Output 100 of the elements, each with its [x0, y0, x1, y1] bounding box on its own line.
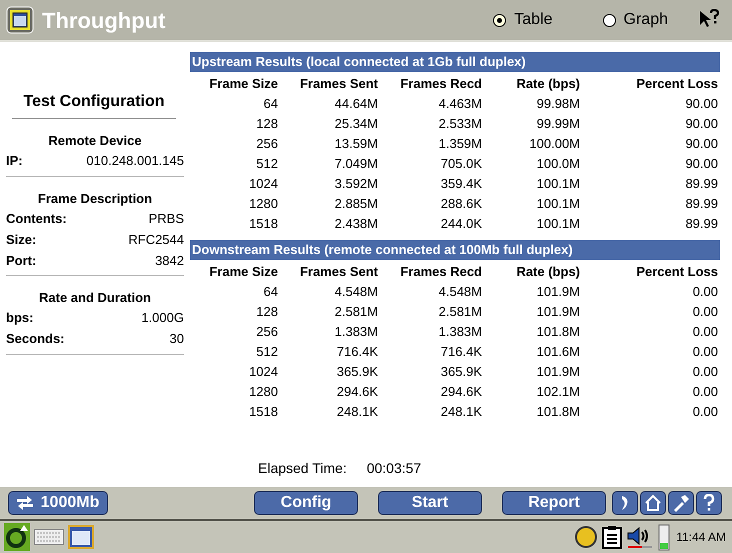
table-cell-text: 1518: [248, 403, 279, 421]
field-value: PRBS: [148, 210, 184, 228]
table-cell-text: 1280: [248, 383, 279, 401]
table-cell-text: 101.9M: [536, 363, 581, 381]
table-cell-text: 705.0K: [440, 155, 483, 173]
speaker-icon[interactable]: [626, 525, 654, 549]
field-value: 3842: [155, 252, 184, 270]
column-header: Frames Recd: [399, 75, 483, 93]
field-value: RFC2544: [128, 230, 184, 249]
table-cell-text: 365.9K: [336, 363, 379, 381]
window-icon[interactable]: [68, 525, 94, 549]
column-header: Frames Sent: [298, 263, 379, 281]
column-header: Percent Loss: [635, 75, 719, 93]
radio-button[interactable]: [493, 14, 506, 26]
clipboard-icon[interactable]: [602, 525, 622, 549]
radio-button[interactable]: [602, 14, 616, 26]
elapsed-value: 00:03:57: [366, 459, 422, 478]
table-cell-text: 100.1M: [536, 175, 581, 193]
table-cell-text: 2.581M: [438, 303, 483, 321]
field-label: Contents:: [6, 210, 67, 228]
table-cell-text: 256: [255, 323, 279, 341]
table-cell-text: 100.00M: [528, 135, 581, 153]
table-cell-text: 1.383M: [334, 323, 379, 341]
table-cell-text: 1280: [248, 195, 279, 213]
toolbar-button[interactable]: Report: [502, 491, 606, 515]
table-cell-text: 248.1K: [336, 403, 379, 421]
table-cell-text: 248.1K: [440, 403, 483, 421]
table-cell-text: 89.99: [684, 175, 719, 193]
column-header: Frames Sent: [298, 75, 379, 93]
table-cell-text: 0.00: [692, 343, 719, 361]
radio-label[interactable]: Table: [514, 8, 553, 32]
table-cell-text: 512: [255, 343, 279, 361]
status-light-icon[interactable]: [574, 525, 598, 549]
table-cell-text: 0.00: [692, 403, 719, 421]
table-cell-text: 359.4K: [440, 175, 483, 193]
table-cell-text: 90.00: [684, 155, 719, 173]
table-cell-text: 89.99: [684, 195, 719, 213]
table-cell-text: 0.00: [692, 363, 719, 381]
table-cell-text: 101.8M: [536, 403, 581, 421]
table-cell-text: 100.0M: [536, 155, 581, 173]
elapsed-label: Elapsed Time:: [258, 459, 347, 478]
field-value: 1.000G: [141, 309, 184, 328]
table-cell-text: 1024: [248, 363, 279, 381]
field-label: bps:: [6, 309, 34, 328]
table-cell-text: 90.00: [684, 115, 719, 133]
table-cell-text: 2.438M: [334, 215, 379, 233]
section-heading: Remote Device: [47, 132, 143, 150]
field-value: 30: [170, 330, 184, 348]
table-cell-text: 128: [255, 115, 279, 133]
field-label: Size:: [6, 230, 36, 249]
field-label: Seconds:: [6, 330, 65, 348]
table-cell-text: 0.00: [692, 283, 719, 301]
table-cell-text: 0.00: [692, 323, 719, 341]
table-cell-text: 4.548M: [438, 283, 483, 301]
table-cell-text: 1024: [248, 175, 279, 193]
table-cell-text: 2.533M: [438, 115, 483, 133]
table-cell-text: 101.9M: [536, 303, 581, 321]
table-cell-text: 7.049M: [334, 155, 379, 173]
toolbar-button[interactable]: 1000Mb: [8, 491, 108, 515]
help-button[interactable]: [696, 491, 722, 515]
table-cell-text: 101.6M: [536, 343, 581, 361]
hammer-button[interactable]: [668, 491, 694, 515]
radio-label[interactable]: Graph: [624, 8, 668, 32]
section-heading: Frame Description: [36, 190, 154, 208]
section-heading: Rate and Duration: [38, 289, 152, 307]
table-cell-text: 100.1M: [536, 215, 581, 233]
table-cell-text: 89.99: [684, 215, 719, 233]
home-icon: [644, 494, 662, 512]
table-cell-text: 2.581M: [334, 303, 379, 321]
table-cell-text: 99.99M: [536, 115, 581, 133]
column-header: Frame Size: [208, 263, 279, 281]
table-header-bar: Upstream Results (local connected at 1Gb full duplex): [190, 52, 720, 72]
home-button[interactable]: [640, 491, 666, 515]
table-cell-text: 294.6K: [440, 383, 483, 401]
field-label: Port:: [6, 252, 36, 270]
window-title: Throughput: [42, 6, 166, 35]
table-cell-text: 101.9M: [536, 283, 581, 301]
table-cell-text: 102.1M: [536, 383, 581, 401]
table-cell-text: 3.592M: [334, 175, 379, 193]
toolbar-button[interactable]: Config: [254, 491, 358, 515]
table-cell-text: 1.383M: [438, 323, 483, 341]
table-cell-text: 44.64M: [334, 95, 379, 113]
help-icon: [702, 494, 716, 512]
column-header: Frames Recd: [399, 263, 483, 281]
table-cell-text: 25.34M: [334, 115, 379, 133]
table-cell-text: 716.4K: [440, 343, 483, 361]
app-menu-icon[interactable]: [4, 523, 30, 551]
table-cell-text: 365.9K: [440, 363, 483, 381]
field-label: IP:: [6, 152, 23, 170]
table-cell-text: 99.98M: [536, 95, 581, 113]
table-cell-text: 90.00: [684, 95, 719, 113]
table-cell-text: 512: [255, 155, 279, 173]
column-header: Rate (bps): [515, 263, 581, 281]
table-cell-text: 1.359M: [438, 135, 483, 153]
column-header: Percent Loss: [635, 263, 719, 281]
toolbar-button[interactable]: Start: [378, 491, 482, 515]
table-header-bar: Downstream Results (remote connected at 100Mb full duplex): [190, 240, 720, 260]
battery-icon[interactable]: [658, 523, 670, 551]
table-cell-text: 256: [255, 135, 279, 153]
table-cell-text: 90.00: [684, 135, 719, 153]
